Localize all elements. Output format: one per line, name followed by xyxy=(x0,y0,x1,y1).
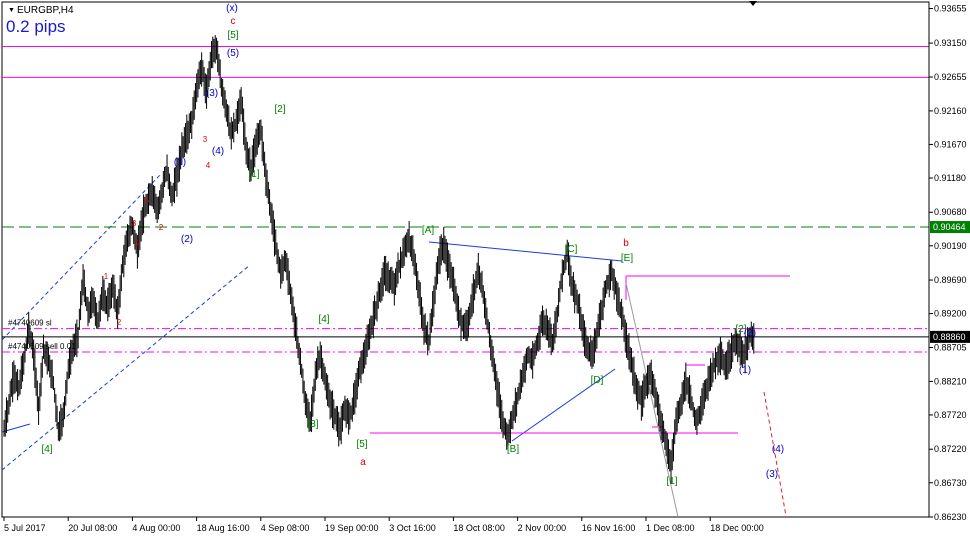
wave-label: [5] xyxy=(227,30,238,41)
price-tick-label: 0.87220 xyxy=(934,444,967,454)
wave-label: [4] xyxy=(41,444,52,455)
price-tag-label: 0.90464 xyxy=(933,222,966,232)
wave-label: [1] xyxy=(666,476,677,487)
wave-label: (1) xyxy=(174,157,186,168)
wave-label: b xyxy=(623,238,629,249)
chart-area[interactable]: 0.90464 #4740609 sl 0.88860 #4740609 sell 0… xyxy=(0,0,970,539)
wave-label: 5 xyxy=(145,196,150,205)
wave-label: [E] xyxy=(621,253,633,264)
price-tick-label: 0.91180 xyxy=(934,173,966,183)
wave-label: 1 xyxy=(104,272,109,281)
plot-frame xyxy=(1,1,930,518)
channel-lower-line[interactable] xyxy=(1,264,251,471)
price-tick-label: 0.86230 xyxy=(934,512,967,522)
wave-label: a xyxy=(360,457,366,468)
wave-label: [1] xyxy=(248,169,259,180)
wave-label: 3 xyxy=(132,219,137,228)
time-tick-label: 3 Oct 16:00 xyxy=(389,523,436,533)
wave-label: [3] xyxy=(307,419,318,430)
price-tick-label: 0.88705 xyxy=(934,343,967,353)
wave-label: 4 xyxy=(206,161,211,170)
symbol-title: EURGBP,H4 xyxy=(17,5,74,16)
wave-label: [C] xyxy=(565,244,578,255)
wave-label: (2) xyxy=(744,328,756,339)
price-tick-label: 0.86730 xyxy=(934,478,967,488)
time-tick-label: 4 Aug 00:00 xyxy=(132,523,180,533)
wave-label: (5) xyxy=(227,48,239,59)
price-tick-label: 0.87720 xyxy=(934,410,967,420)
spread-label: 0.2 pips xyxy=(6,17,66,36)
time-tick-label: 4 Sep 08:00 xyxy=(261,523,310,533)
time-tick-label: 2 Nov 00:00 xyxy=(518,523,567,533)
time-tick-label: 16 Nov 16:00 xyxy=(582,523,636,533)
wave-label: [B] xyxy=(507,444,519,455)
price-tick-label: 0.93150 xyxy=(934,38,967,48)
wave-label: 3 xyxy=(203,135,208,144)
wave-label: (3) xyxy=(766,469,778,480)
wave-label: [2] xyxy=(274,104,285,115)
price-tick-label: 0.88210 xyxy=(934,376,967,386)
time-tick-label: 18 Dec 00:00 xyxy=(710,523,764,533)
price-tick-label: 0.93655 xyxy=(934,4,967,14)
price-tick-label: 0.90680 xyxy=(934,207,967,217)
order-line-label: #4740609 sell 0.01 xyxy=(8,342,76,351)
shift-marker-icon[interactable] xyxy=(749,1,757,6)
price-tick-label: 0.92160 xyxy=(934,106,967,116)
time-tick-label: 18 Aug 16:00 xyxy=(197,523,250,533)
price-tick-label: 0.92655 xyxy=(934,72,967,82)
time-tick-label: 19 Sep 00:00 xyxy=(325,523,379,533)
price-tick-label: 0.91670 xyxy=(934,139,967,149)
wave-label: (x) xyxy=(226,3,238,14)
triangle-upper-line[interactable] xyxy=(428,241,623,262)
wave-label: (4) xyxy=(772,444,784,455)
wave-label: [D] xyxy=(591,375,604,386)
price-tag-label: 0.88860 xyxy=(933,332,966,342)
chart-svg[interactable]: 0.90464#4740609 sl0.88860#4740609 sell 0… xyxy=(0,0,970,539)
wave-label: [A] xyxy=(422,225,434,236)
wave-label: [4] xyxy=(318,314,329,325)
wave-label: [5] xyxy=(356,439,367,450)
price-tick-label: 0.89690 xyxy=(934,275,967,285)
wave-label: 2 xyxy=(117,318,122,327)
time-tick-label: 5 Jul 2017 xyxy=(4,523,46,533)
price-tick-label: 0.89200 xyxy=(934,309,967,319)
time-tick-label: 18 Oct 08:00 xyxy=(453,523,505,533)
wave-label: (3) xyxy=(206,88,218,99)
time-axis: 5 Jul 2017 20 Jul 08:00 4 Aug 00:00 18 Aug … xyxy=(3,517,764,533)
time-tick-label: 1 Dec 08:00 xyxy=(646,523,695,533)
menu-triangle-icon[interactable]: ▼ xyxy=(8,7,15,14)
wave-label: 4 xyxy=(135,239,140,248)
price-tick-label: 0.90190 xyxy=(934,241,967,251)
wave-label: (2) xyxy=(181,234,193,245)
wave-label: (4) xyxy=(212,146,224,157)
wave-label: c xyxy=(231,16,236,27)
price-series xyxy=(3,35,755,484)
wave-label: (1) xyxy=(739,365,751,376)
price-axis: 0.93655 0.93150 0.92655 0.92160 0.91670 0.911… xyxy=(928,2,967,522)
wave-label: 2 xyxy=(159,223,164,232)
time-tick-label: 20 Jul 08:00 xyxy=(68,523,117,533)
